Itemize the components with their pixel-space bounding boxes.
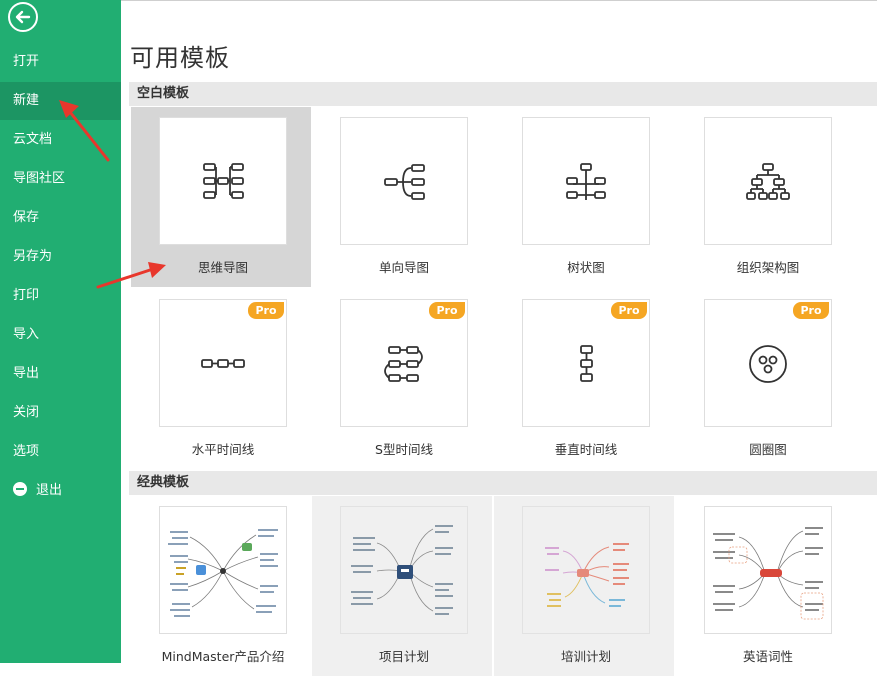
annotation-arrow-mind-map bbox=[96, 262, 166, 289]
annotation-arrows bbox=[59, 100, 166, 289]
annotation-arrow-new bbox=[59, 100, 110, 162]
